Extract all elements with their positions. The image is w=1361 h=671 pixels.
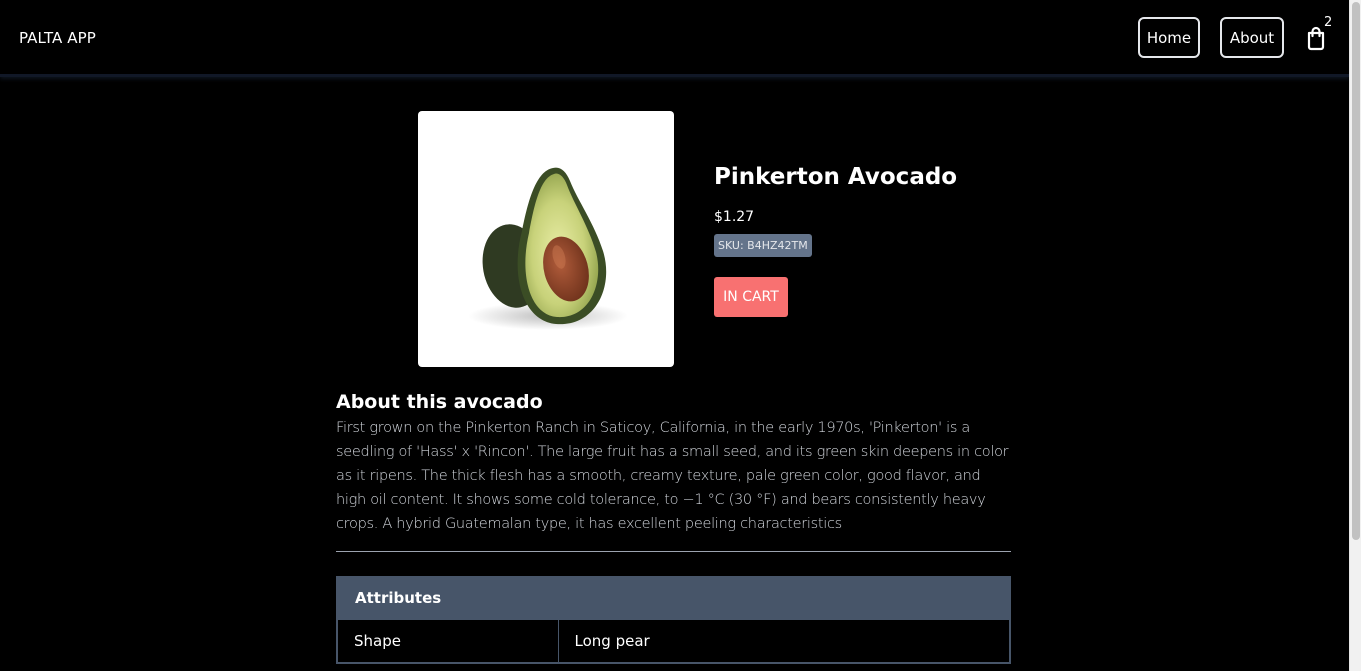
product-image (418, 111, 674, 367)
about-description: First grown on the Pinkerton Ranch in Sa… (336, 420, 1009, 532)
page-scrollbar[interactable] (1349, 0, 1361, 671)
avocado-image (468, 167, 628, 330)
nav-home-button[interactable]: Home (1138, 17, 1200, 58)
attribute-value: Long pear (558, 618, 1010, 663)
section-divider (336, 551, 1011, 552)
page: PALTA APP Home About 2 Pinkerton Avocado… (0, 0, 1361, 671)
about-heading: About this avocado (336, 391, 543, 413)
in-cart-button[interactable]: IN CART (714, 277, 788, 317)
sku-badge: SKU: B4HZ42TM (714, 234, 812, 257)
attribute-key: Shape (337, 618, 559, 663)
attributes-header-row: Attributes (337, 577, 1010, 619)
brand-logo[interactable]: PALTA APP (19, 29, 96, 47)
nav-about-button[interactable]: About (1220, 17, 1284, 58)
attributes-table: Attributes Shape Long pear (336, 576, 1011, 664)
navbar: PALTA APP Home About 2 (0, 0, 1349, 77)
product-title: Pinkerton Avocado (714, 164, 958, 190)
scrollbar-thumb[interactable] (1352, 2, 1360, 540)
cart-count-badge: 2 (1324, 15, 1333, 30)
product-price: $1.27 (714, 209, 755, 225)
attributes-header: Attributes (337, 577, 1010, 619)
table-row: Shape Long pear (337, 618, 1010, 663)
